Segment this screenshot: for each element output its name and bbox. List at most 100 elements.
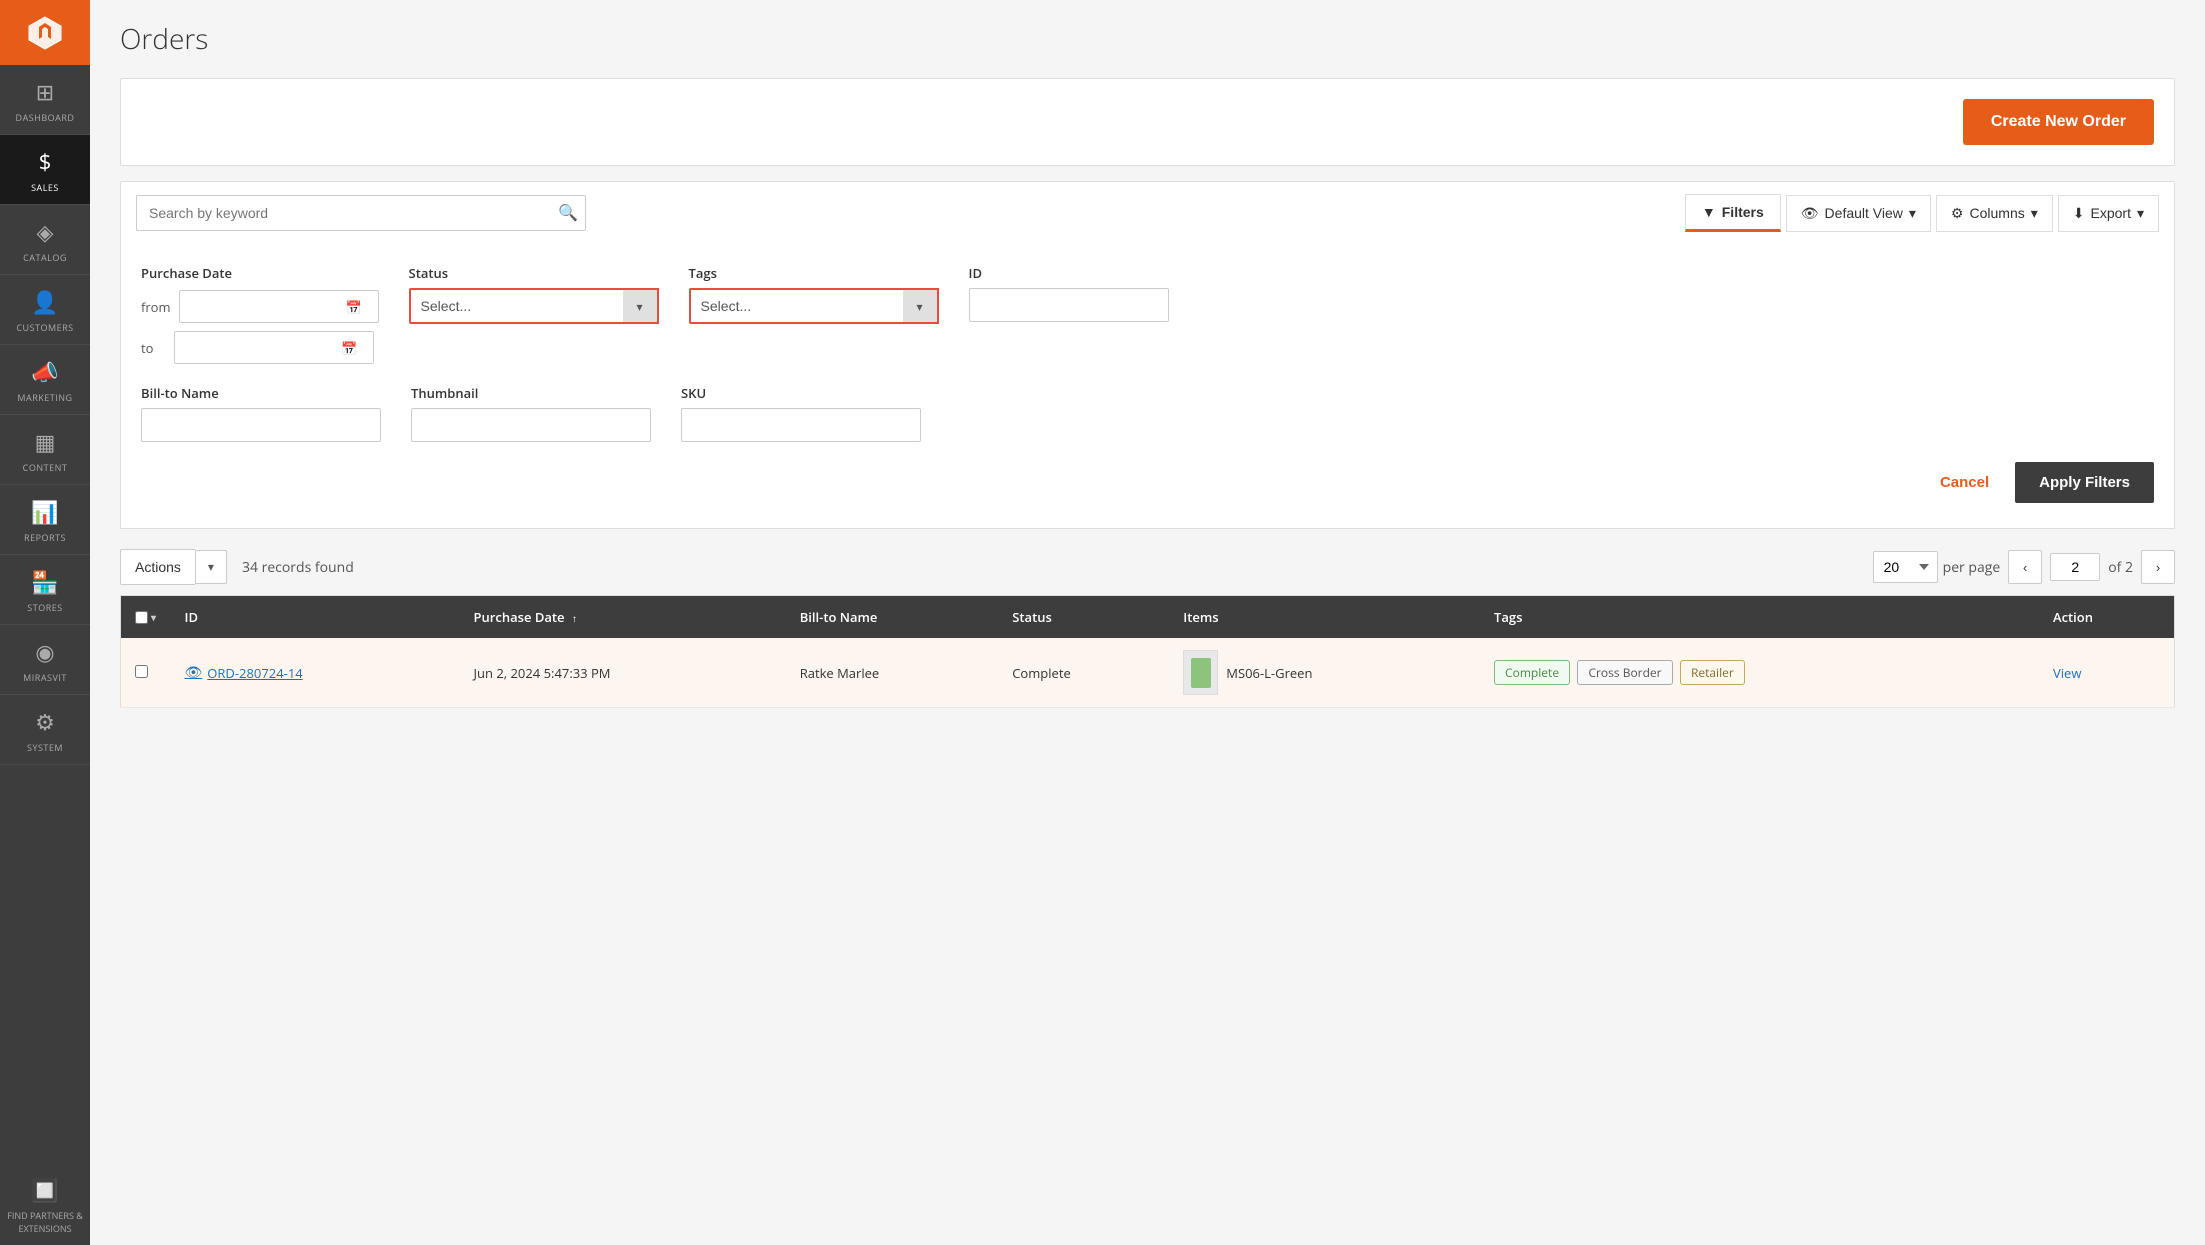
apply-filters-button[interactable]: Apply Filters xyxy=(2015,462,2154,503)
row-action-cell: View xyxy=(2039,638,2175,708)
search-input[interactable] xyxy=(136,195,586,231)
default-view-label: Default View xyxy=(1825,205,1903,221)
date-to-wrap: 📅 xyxy=(174,331,374,364)
sidebar-item-label-sales: SALES xyxy=(31,181,59,194)
sku-filter: SKU xyxy=(681,384,921,442)
id-input[interactable] xyxy=(969,288,1169,322)
sidebar-item-label-customers: CUSTOMERS xyxy=(16,321,73,334)
sidebar-item-dashboard[interactable]: ⊞ DASHBOARD xyxy=(0,65,90,135)
bill-to-name-filter: Bill-to Name xyxy=(141,384,381,442)
per-page-select[interactable]: 20 30 50 100 xyxy=(1873,551,1938,583)
content-icon: ▦ xyxy=(35,427,56,457)
order-id-link[interactable]: 👁 ORD-280724-14 xyxy=(185,663,446,682)
row-status-cell: Complete xyxy=(998,638,1169,708)
filter-row-2: Bill-to Name Thumbnail SKU xyxy=(141,384,2154,442)
view-chevron-icon: ▾ xyxy=(1909,205,1916,222)
status-filter: Status Select... Complete Pending Proces… xyxy=(409,264,659,364)
id-filter: ID xyxy=(969,264,1169,364)
export-button[interactable]: ⬇ Export ▾ xyxy=(2058,195,2159,232)
checkbox-dropdown-icon[interactable]: ▾ xyxy=(151,610,156,624)
from-label: from xyxy=(141,298,171,316)
status-select-wrap: Select... Complete Pending Processing Ca… xyxy=(409,288,659,324)
catalog-icon: ◈ xyxy=(37,217,54,247)
row-bill-to-name-cell: Ratke Marlee xyxy=(786,638,999,708)
pagination-next-button[interactable]: › xyxy=(2141,550,2175,584)
pagination-wrap: 20 30 50 100 per page ‹ of 2 › xyxy=(1873,550,2175,584)
records-count: 34 records found xyxy=(242,558,354,577)
order-id: ORD-280724-14 xyxy=(207,664,302,682)
tags-select[interactable]: Select... Complete Cross Border Retailer xyxy=(689,288,939,324)
sku-label: SKU xyxy=(681,384,921,402)
sidebar-item-stores[interactable]: 🏪 STORES xyxy=(0,555,90,625)
tag-crossborder: Cross Border xyxy=(1577,660,1672,685)
thumbnail-label: Thumbnail xyxy=(411,384,651,402)
col-header-purchase-date[interactable]: Purchase Date ↑ xyxy=(460,596,786,639)
create-new-order-button[interactable]: Create New Order xyxy=(1963,99,2154,145)
filters-button[interactable]: ▼ Filters xyxy=(1685,194,1781,232)
thumbnail-filter: Thumbnail xyxy=(411,384,651,442)
table-toolbar: Actions ▾ 34 records found 20 30 50 100 … xyxy=(120,549,2175,585)
columns-label: Columns xyxy=(1969,205,2024,221)
export-label: Export xyxy=(2091,205,2131,221)
sidebar-item-mirasvit[interactable]: ◉ MIRASVIT xyxy=(0,625,90,695)
thumbnail-input[interactable] xyxy=(411,408,651,442)
row-checkbox-cell xyxy=(121,638,171,708)
pagination-prev-button[interactable]: ‹ xyxy=(2008,550,2042,584)
actions-button[interactable]: Actions xyxy=(120,549,195,585)
filter-row-1: Purchase Date from 📅 to 📅 xyxy=(141,264,2154,364)
row-purchase-date-cell: Jun 2, 2024 5:47:33 PM xyxy=(460,638,786,708)
default-view-button[interactable]: 👁 Default View ▾ xyxy=(1786,195,1931,232)
sku-input[interactable] xyxy=(681,408,921,442)
export-chevron-icon: ▾ xyxy=(2137,205,2144,222)
sidebar-item-marketing[interactable]: 📣 MARKETING xyxy=(0,345,90,415)
row-status: Complete xyxy=(1012,664,1071,682)
row-id-cell: 👁 ORD-280724-14 xyxy=(171,638,460,708)
date-from-input[interactable] xyxy=(179,290,379,323)
filter-icon: ▼ xyxy=(1702,204,1716,220)
sidebar-item-sales[interactable]: $ SALES xyxy=(0,135,90,205)
sidebar-item-label-mirasvit: MIRASVIT xyxy=(23,671,67,684)
pagination-page-input[interactable] xyxy=(2050,553,2100,581)
search-button[interactable]: 🔍 xyxy=(558,203,578,223)
export-icon: ⬇ xyxy=(2073,205,2085,222)
columns-button[interactable]: ⚙ Columns ▾ xyxy=(1936,195,2053,232)
sort-purchase-date-icon: ↑ xyxy=(572,611,577,625)
date-to-input[interactable] xyxy=(174,331,374,364)
status-select[interactable]: Select... Complete Pending Processing Ca… xyxy=(409,288,659,324)
sidebar-item-content[interactable]: ▦ CONTENT xyxy=(0,415,90,485)
sales-icon: $ xyxy=(39,147,52,177)
sidebar-item-customers[interactable]: 👤 CUSTOMERS xyxy=(0,275,90,345)
row-bill-to-name: Ratke Marlee xyxy=(800,664,880,682)
sidebar-item-partners[interactable]: 🔲 FIND PARTNERS & EXTENSIONS xyxy=(0,1165,90,1245)
date-from-wrap: 📅 xyxy=(179,290,379,323)
sidebar-item-system[interactable]: ⚙ SYSTEM xyxy=(0,695,90,765)
select-all-checkbox[interactable] xyxy=(135,611,148,624)
cancel-button[interactable]: Cancel xyxy=(1924,462,2005,503)
bill-to-name-input[interactable] xyxy=(141,408,381,442)
mirasvit-icon: ◉ xyxy=(35,637,54,667)
col-header-bill-to-name: Bill-to Name xyxy=(786,596,999,639)
purchase-date-to-row: to 📅 xyxy=(141,331,379,364)
columns-chevron-icon: ▾ xyxy=(2031,205,2038,222)
partners-label: FIND PARTNERS & EXTENSIONS xyxy=(5,1209,85,1235)
sidebar-item-catalog[interactable]: ◈ CATALOG xyxy=(0,205,90,275)
top-toolbar: Create New Order xyxy=(120,78,2175,166)
sidebar-logo[interactable] xyxy=(0,0,90,65)
row-purchase-date: Jun 2, 2024 5:47:33 PM xyxy=(474,664,611,682)
main-content: Orders Create New Order 🔍 ▼ Filters 👁 De… xyxy=(90,0,2205,1245)
actions-dropdown-arrow[interactable]: ▾ xyxy=(195,550,227,584)
dashboard-icon: ⊞ xyxy=(36,77,54,107)
id-label: ID xyxy=(969,264,1169,282)
item-thumbnail xyxy=(1183,650,1218,695)
sidebar-item-label-system: SYSTEM xyxy=(27,741,63,754)
row-items-cell: MS06-L-Green xyxy=(1169,638,1480,708)
partners-icon: 🔲 xyxy=(31,1175,58,1205)
sidebar-item-label-reports: REPORTS xyxy=(24,531,66,544)
sidebar-item-reports[interactable]: 📊 REPORTS xyxy=(0,485,90,555)
bill-to-name-label: Bill-to Name xyxy=(141,384,381,402)
system-icon: ⚙ xyxy=(35,707,55,737)
row-checkbox[interactable] xyxy=(135,665,148,678)
row-view-link[interactable]: View xyxy=(2053,664,2081,682)
purchase-date-filter: Purchase Date from 📅 to 📅 xyxy=(141,264,379,364)
actions-wrap: Actions ▾ xyxy=(120,549,227,585)
